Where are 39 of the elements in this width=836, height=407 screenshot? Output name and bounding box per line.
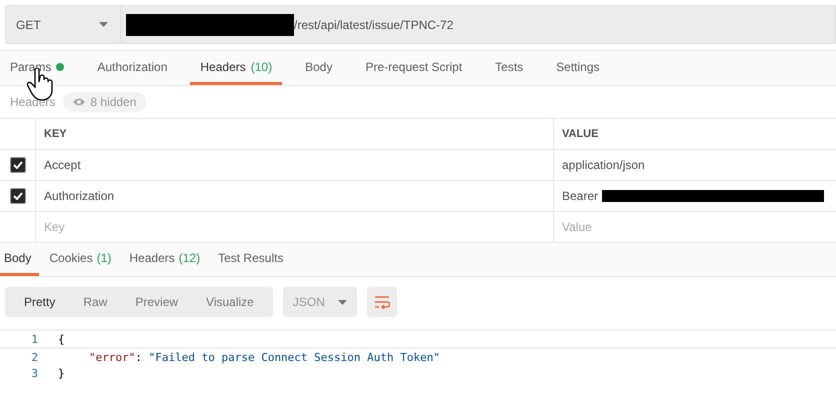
eye-icon (73, 98, 86, 106)
view-mode-tab[interactable]: Raw (69, 287, 122, 317)
view-mode-tab[interactable]: Pretty (10, 287, 70, 317)
response-tab[interactable]: Cookies (1) (45, 243, 120, 276)
wrap-button[interactable] (366, 287, 397, 317)
request-tab[interactable]: Body (295, 51, 342, 85)
section-label: Headers (10, 95, 56, 109)
table-cell: Authorization (44, 189, 114, 203)
check-icon (12, 192, 22, 200)
checkbox[interactable] (10, 157, 26, 173)
code-line: { (58, 332, 65, 346)
request-tab[interactable]: Authorization (87, 51, 178, 85)
response-tab[interactable]: Headers (12) (125, 243, 208, 276)
url-field[interactable]: /rest/api/latest/issue/TPNC-72 (121, 5, 836, 44)
view-mode-tab[interactable]: Preview (121, 287, 192, 317)
response-tab[interactable]: Test Results (214, 243, 292, 276)
checkbox[interactable] (10, 188, 26, 204)
request-tab[interactable]: Headers (10) (190, 51, 282, 85)
response-tab[interactable]: Body (0, 243, 40, 276)
table-cell: application/json (562, 158, 645, 172)
table-cell: Bearer (562, 189, 598, 203)
view-mode-tab[interactable]: Visualize (192, 287, 268, 317)
table-cell: Accept (44, 158, 81, 172)
check-icon (12, 161, 22, 169)
code-line: "error": "Failed to parse Connect Session Auth Token" (88, 350, 440, 364)
request-tab[interactable]: Params (10, 51, 74, 85)
method-select[interactable]: GET (5, 5, 121, 44)
line-number: 3 (30, 366, 39, 380)
caret-icon (99, 22, 108, 27)
code-line: } (58, 366, 65, 380)
column-header: KEY (44, 128, 67, 140)
caret-icon (338, 300, 347, 304)
request-tab[interactable]: Settings (546, 51, 610, 85)
request-tab[interactable]: Pre-request Script (355, 51, 472, 85)
request-tab[interactable]: Tests (485, 51, 534, 85)
column-header: VALUE (562, 128, 598, 140)
line-number: 1 (30, 332, 39, 346)
line-number: 2 (30, 350, 39, 364)
wrap-lines-icon (374, 295, 390, 309)
